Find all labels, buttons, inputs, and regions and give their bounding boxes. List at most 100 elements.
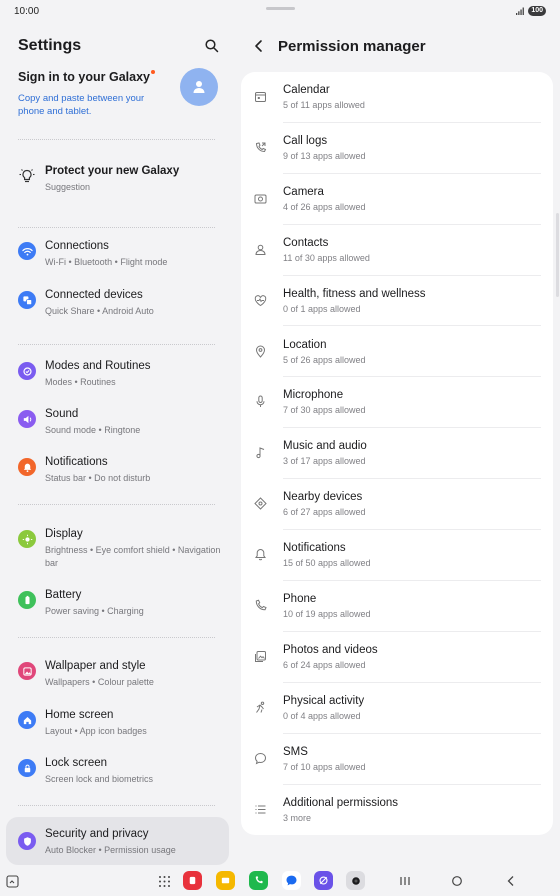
permission-item-call-logs[interactable]: Call logs 9 of 13 apps allowed <box>241 123 553 174</box>
permission-count: 9 of 13 apps allowed <box>283 150 366 161</box>
permission-item-notifications[interactable]: Notifications 15 of 50 apps allowed <box>241 530 553 581</box>
permission-name: Location <box>283 338 327 351</box>
signin-title: Sign in to your Galaxy <box>18 70 155 84</box>
photos-icon <box>255 650 266 662</box>
menu-item-lock-screen[interactable]: Lock screen Screen lock and biometrics <box>18 757 228 797</box>
permission-item-physical-activity[interactable]: Physical activity 0 of 4 apps allowed <box>241 683 553 734</box>
permission-item-additional[interactable]: Additional permissions 3 more <box>241 785 553 836</box>
menu-item-notifications[interactable]: Notifications Status bar • Do not distur… <box>18 456 228 496</box>
menu-item-connections[interactable]: Connections Wi-Fi • Bluetooth • Flight m… <box>18 240 228 280</box>
permission-item-music-audio[interactable]: Music and audio 3 of 17 apps allowed <box>241 428 553 480</box>
scrollbar-thumb[interactable] <box>556 213 559 297</box>
recent-apps-icon[interactable] <box>399 875 411 887</box>
menu-item-subtitle: Auto Blocker • Permission usage <box>45 845 176 855</box>
permission-item-photos-videos[interactable]: Photos and videos 6 of 24 apps allowed <box>241 632 553 683</box>
menu-item-protect-galaxy[interactable]: Protect your new Galaxy Suggestion <box>18 165 228 205</box>
permission-name: Call logs <box>283 134 328 147</box>
camera-icon <box>254 194 267 204</box>
person-icon <box>193 81 205 93</box>
status-bar: 10:00 100 <box>0 0 560 24</box>
menu-item-title: Connections <box>45 240 109 252</box>
app-drawer-icon[interactable] <box>158 875 171 888</box>
permission-item-microphone[interactable]: Microphone 7 of 30 apps allowed <box>241 377 553 429</box>
signin-card[interactable]: Sign in to your Galaxy Copy and paste be… <box>18 68 228 128</box>
avatar[interactable] <box>180 68 218 106</box>
home-button-icon[interactable] <box>451 875 463 887</box>
menu-item-subtitle: Power saving • Charging <box>45 606 144 616</box>
drag-handle[interactable] <box>266 7 295 10</box>
menu-item-title: Sound <box>45 408 79 420</box>
wifi-icon <box>18 242 36 260</box>
permission-count: 3 of 17 apps allowed <box>283 456 366 467</box>
permission-manager-header: Permission manager <box>252 36 426 56</box>
menu-item-display[interactable]: Display Brightness • Eye comfort shield … <box>18 528 228 576</box>
menu-item-subtitle: Sound mode • Ringtone <box>45 425 141 435</box>
back-button-icon[interactable] <box>505 875 517 887</box>
screenshot-icon[interactable] <box>6 875 19 888</box>
sms-icon <box>254 752 267 765</box>
menu-item-subtitle: Screen lock and biometrics <box>45 774 154 784</box>
permission-count: 10 of 19 apps allowed <box>283 609 371 619</box>
divider <box>18 504 215 505</box>
flipboard-app-icon[interactable] <box>183 871 202 890</box>
divider <box>18 139 215 140</box>
permission-name: Health, fitness and wellness <box>283 287 426 300</box>
permission-count: 5 of 26 apps allowed <box>283 354 366 365</box>
menu-item-title: Wallpaper and style <box>45 660 146 672</box>
permission-item-location[interactable]: Location 5 of 26 apps allowed <box>241 327 553 378</box>
menu-item-subtitle: Quick Share • Android Auto <box>45 306 154 316</box>
permission-item-sms[interactable]: SMS 7 of 10 apps allowed <box>241 734 553 785</box>
bell-icon <box>255 549 266 561</box>
taskbar <box>0 866 560 896</box>
lock-icon <box>18 759 36 777</box>
wallpaper-icon <box>18 662 36 680</box>
menu-item-subtitle: Wi-Fi • Bluetooth • Flight mode <box>45 257 168 267</box>
menu-item-subtitle: Status bar • Do not disturb <box>45 473 151 483</box>
phone-app-icon[interactable] <box>249 871 268 890</box>
back-arrow-icon[interactable] <box>252 39 266 53</box>
permission-list: Calendar 5 of 11 apps allowed Call logs … <box>241 72 553 835</box>
home-icon <box>18 711 36 729</box>
search-icon[interactable] <box>204 38 220 54</box>
permission-item-calendar[interactable]: Calendar 5 of 11 apps allowed <box>241 72 553 123</box>
permission-item-health[interactable]: Health, fitness and wellness 0 of 1 apps… <box>241 276 553 327</box>
permission-name: Additional permissions <box>283 796 399 809</box>
menu-item-subtitle: Wallpapers • Colour palette <box>45 677 154 687</box>
permission-item-contacts[interactable]: Contacts 11 of 30 apps allowed <box>241 225 553 276</box>
health-icon <box>254 294 267 306</box>
battery-indicator: 100 <box>528 6 546 16</box>
permission-item-nearby-devices[interactable]: Nearby devices 6 of 27 apps allowed <box>241 479 553 531</box>
permission-count: 11 of 30 apps allowed <box>283 252 370 263</box>
signin-subtitle: Copy and paste between your phone and ta… <box>18 93 145 117</box>
music-icon <box>256 447 265 459</box>
camera-app-icon[interactable] <box>346 871 365 890</box>
messages-app-icon[interactable] <box>282 871 301 890</box>
list-icon <box>255 805 266 814</box>
menu-item-connected-devices[interactable]: Connected devices Quick Share • Android … <box>18 289 228 329</box>
menu-item-modes-routines[interactable]: Modes and Routines Modes • Routines <box>18 360 228 400</box>
signal-icon <box>516 7 525 15</box>
menu-item-wallpaper-style[interactable]: Wallpaper and style Wallpapers • Colour … <box>18 660 228 700</box>
menu-item-battery[interactable]: Battery Power saving • Charging <box>18 589 228 629</box>
lightbulb-icon <box>19 169 35 183</box>
internet-app-icon[interactable] <box>314 871 333 890</box>
permission-count: 0 of 1 apps allowed <box>283 303 361 314</box>
permission-name: Notifications <box>283 542 346 555</box>
menu-item-title: Connected devices <box>45 289 143 301</box>
notes-app-icon[interactable] <box>216 871 235 890</box>
permission-name: Contacts <box>283 236 329 249</box>
menu-item-sound[interactable]: Sound Sound mode • Ringtone <box>18 408 228 448</box>
menu-item-home-screen[interactable]: Home screen Layout • App icon badges <box>18 709 228 749</box>
divider <box>18 637 215 638</box>
microphone-icon <box>256 395 265 408</box>
permission-item-camera[interactable]: Camera 4 of 26 apps allowed <box>241 174 553 225</box>
permission-name: Phone <box>283 593 317 605</box>
menu-item-security-privacy[interactable]: Security and privacy Auto Blocker • Perm… <box>6 817 229 865</box>
menu-item-title: Protect your new Galaxy <box>45 165 180 177</box>
contacts-icon <box>255 244 266 255</box>
devices-icon <box>18 291 36 309</box>
permission-name: SMS <box>283 745 308 758</box>
menu-item-title: Home screen <box>45 709 114 721</box>
permission-item-phone[interactable]: Phone 10 of 19 apps allowed <box>241 581 553 632</box>
permission-name: Microphone <box>283 389 344 402</box>
